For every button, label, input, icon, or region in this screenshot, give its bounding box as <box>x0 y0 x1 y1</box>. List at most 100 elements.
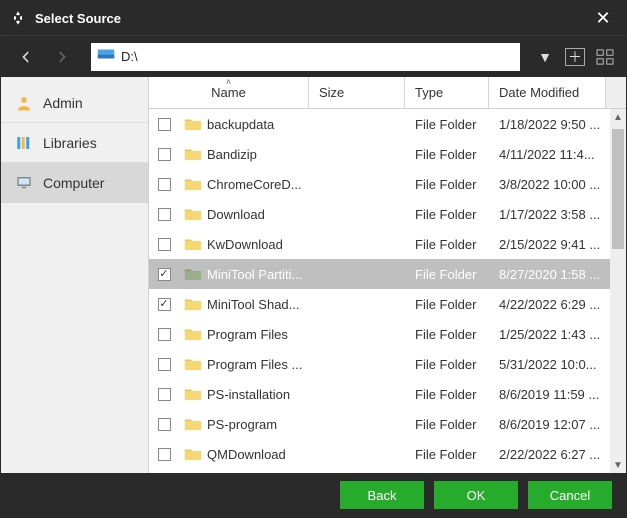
table-row[interactable]: Program Files ...File Folder5/31/2022 10… <box>149 349 626 379</box>
checkbox[interactable] <box>158 268 171 281</box>
row-name: QMDownload <box>207 447 309 462</box>
computer-icon <box>15 174 33 192</box>
checkbox[interactable] <box>158 238 171 251</box>
back-arrow-icon[interactable] <box>11 44 41 70</box>
table-row[interactable]: MiniTool Partiti... File Folder8/27/2020 … <box>149 259 626 289</box>
sidebar-item-label: Computer <box>43 175 104 191</box>
close-button[interactable]: ✕ <box>588 8 618 29</box>
row-type: File Folder <box>405 267 489 282</box>
libraries-icon <box>15 134 33 152</box>
sidebar-item-libraries[interactable]: Libraries <box>1 123 148 163</box>
folder-icon <box>179 267 207 281</box>
checkbox[interactable] <box>158 298 171 311</box>
row-name: PS-program <box>207 417 309 432</box>
checkbox[interactable] <box>158 148 171 161</box>
checkbox[interactable] <box>158 358 171 371</box>
table-row[interactable]: DownloadFile Folder1/17/2022 3:58 ... <box>149 199 626 229</box>
column-header-label: Type <box>415 85 443 100</box>
row-name: backupdata <box>207 117 309 132</box>
folder-icon <box>179 387 207 401</box>
row-date: 2/15/2022 9:41 ... <box>489 237 626 252</box>
row-date: 1/17/2022 3:58 ... <box>489 207 626 222</box>
row-name: KwDownload <box>207 237 309 252</box>
sidebar-item-admin[interactable]: Admin <box>1 83 148 123</box>
new-folder-icon[interactable]: ＋ <box>564 47 586 67</box>
row-date: 4/11/2022 11:4... <box>489 147 626 162</box>
row-name: MiniTool Partiti... <box>207 267 309 282</box>
sidebar-item-computer[interactable]: Computer <box>1 163 148 203</box>
folder-icon <box>179 297 207 311</box>
scrollbar[interactable]: ▲ ▼ <box>610 109 626 473</box>
row-type: File Folder <box>405 357 489 372</box>
row-date: 8/27/2020 1:58 ... <box>489 267 626 282</box>
user-icon <box>15 94 33 112</box>
table-row[interactable]: Program FilesFile Folder1/25/2022 1:43 .… <box>149 319 626 349</box>
sidebar-item-label: Libraries <box>43 135 97 151</box>
row-date: 8/6/2019 12:07 ... <box>489 417 626 432</box>
row-checkbox-cell[interactable] <box>149 448 179 461</box>
column-header-label: Date Modified <box>499 85 579 100</box>
row-checkbox-cell[interactable] <box>149 238 179 251</box>
forward-arrow-icon[interactable] <box>47 44 77 70</box>
checkbox[interactable] <box>158 178 171 191</box>
checkbox[interactable] <box>158 388 171 401</box>
row-date: 4/22/2022 6:29 ... <box>489 297 626 312</box>
navbar: D:\ ▼ ＋ <box>1 35 626 77</box>
row-checkbox-cell[interactable] <box>149 328 179 341</box>
table-row[interactable]: QMDownloadFile Folder2/22/2022 6:27 ... <box>149 439 626 469</box>
checkbox[interactable] <box>158 418 171 431</box>
row-checkbox-cell[interactable] <box>149 388 179 401</box>
checkbox[interactable] <box>158 448 171 461</box>
table-row[interactable]: PS-programFile Folder8/6/2019 12:07 ... <box>149 409 626 439</box>
window-title: Select Source <box>35 11 588 26</box>
checkbox[interactable] <box>158 118 171 131</box>
folder-icon <box>179 327 207 341</box>
path-box[interactable]: D:\ <box>91 43 520 71</box>
column-header-size[interactable]: Size <box>309 77 405 108</box>
row-type: File Folder <box>405 117 489 132</box>
cancel-button[interactable]: Cancel <box>528 481 612 509</box>
app-icon <box>9 9 27 27</box>
row-checkbox-cell[interactable] <box>149 298 179 311</box>
table-row[interactable]: ChromeCoreD...File Folder3/8/2022 10:00 … <box>149 169 626 199</box>
table-row[interactable]: backupdataFile Folder1/18/2022 9:50 ... <box>149 109 626 139</box>
column-header-date[interactable]: Date Modified <box>489 77 606 108</box>
row-checkbox-cell[interactable] <box>149 118 179 131</box>
row-checkbox-cell[interactable] <box>149 148 179 161</box>
dropdown-icon[interactable]: ▼ <box>534 47 556 67</box>
sidebar: Admin Libraries Computer <box>1 77 149 473</box>
column-header-name[interactable]: ˄ Name <box>149 77 309 108</box>
ok-button[interactable]: OK <box>434 481 518 509</box>
row-name: MiniTool Shad... <box>207 297 309 312</box>
checkbox[interactable] <box>158 328 171 341</box>
folder-icon <box>179 207 207 221</box>
row-type: File Folder <box>405 237 489 252</box>
view-grid-icon[interactable] <box>594 47 616 67</box>
row-date: 5/31/2022 10:0... <box>489 357 626 372</box>
table-row[interactable]: BandizipFile Folder4/11/2022 11:4... <box>149 139 626 169</box>
row-date: 8/6/2019 11:59 ... <box>489 387 626 402</box>
row-name: Program Files <box>207 327 309 342</box>
checkbox[interactable] <box>158 208 171 221</box>
row-checkbox-cell[interactable] <box>149 178 179 191</box>
folder-icon <box>179 357 207 371</box>
column-header-type[interactable]: Type <box>405 77 489 108</box>
row-checkbox-cell[interactable] <box>149 268 179 281</box>
row-type: File Folder <box>405 177 489 192</box>
row-checkbox-cell[interactable] <box>149 358 179 371</box>
column-headers: ˄ Name Size Type Date Modified <box>149 77 626 109</box>
scroll-down-icon[interactable]: ▼ <box>610 457 626 473</box>
table-row[interactable]: KwDownload File Folder2/15/2022 9:41 ... <box>149 229 626 259</box>
scrollbar-thumb[interactable] <box>612 129 624 249</box>
scroll-up-icon[interactable]: ▲ <box>610 109 626 125</box>
row-name: Bandizip <box>207 147 309 162</box>
row-checkbox-cell[interactable] <box>149 418 179 431</box>
row-date: 2/22/2022 6:27 ... <box>489 447 626 462</box>
table-row[interactable]: MiniTool Shad...File Folder4/22/2022 6:2… <box>149 289 626 319</box>
navbar-right-controls: ▼ ＋ <box>534 47 616 67</box>
folder-icon <box>179 237 207 251</box>
file-list[interactable]: backupdataFile Folder1/18/2022 9:50 ...B… <box>149 109 626 473</box>
back-button[interactable]: Back <box>340 481 424 509</box>
row-checkbox-cell[interactable] <box>149 208 179 221</box>
table-row[interactable]: PS-installationFile Folder8/6/2019 11:59… <box>149 379 626 409</box>
